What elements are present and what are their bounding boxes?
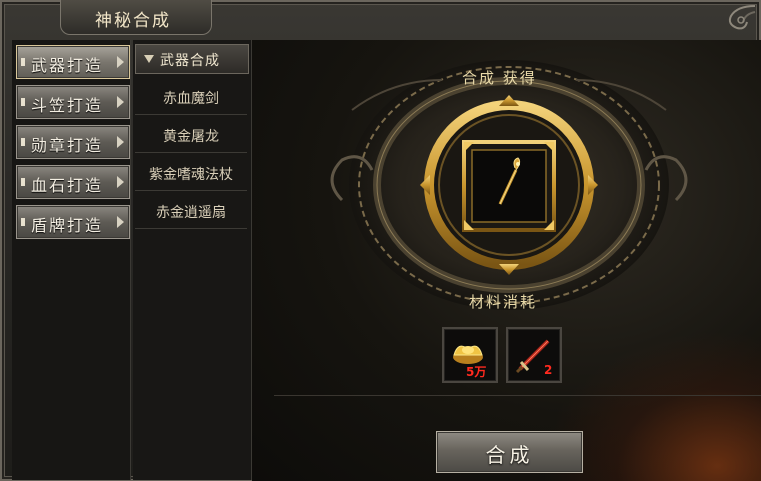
bullet-icon [21,138,25,146]
bullet-icon [21,178,25,186]
recipe-item[interactable]: 紫金嗜魂法杖 [135,154,247,191]
bullet-icon [21,218,25,226]
recipe-label: 赤血魔剑 [163,91,219,107]
chevron-right-icon [117,176,124,188]
category-sidebar: 武器打造 斗笠打造 勋章打造 血石打造 盾牌打造 [12,40,131,480]
caret-down-icon [144,55,154,63]
chevron-right-icon [117,56,124,68]
material-quantity: 2 [544,363,553,377]
material-slot-sword[interactable]: 2 [506,327,562,383]
recipe-group-label: 武器合成 [160,53,220,69]
recipe-label: 紫金嗜魂法杖 [149,167,233,183]
materials-label: 材料消耗 [469,293,538,311]
window-title-tab: 神秘合成 [60,0,212,35]
category-label: 斗笠打造 [31,96,104,115]
material-quantity: 5万 [466,365,487,379]
bullet-icon [21,98,25,106]
recipe-label: 赤金逍遥扇 [156,205,226,221]
recipe-item[interactable]: 黄金屠龙 [135,116,247,153]
category-shield-button[interactable]: 盾牌打造 [16,205,130,239]
category-bloodstone-button[interactable]: 血石打造 [16,165,130,199]
divider [274,395,761,396]
recipe-group-header[interactable]: 武器合成 [135,44,249,74]
chevron-right-icon [117,96,124,108]
category-hat-button[interactable]: 斗笠打造 [16,85,130,119]
result-label: 合成 获得 [462,69,537,87]
synthesize-button-label: 合成 [485,443,534,467]
recipe-list: 武器合成 赤血魔剑 黄金屠龙 紫金嗜魂法杖 赤金逍遥扇 [133,40,252,480]
material-slot-gold[interactable]: 5万 [442,327,498,383]
recipe-label: 黄金屠龙 [163,129,219,145]
category-label: 勋章打造 [31,136,104,155]
category-label: 血石打造 [31,176,104,195]
recipe-item[interactable]: 赤血魔剑 [135,78,247,115]
golden-staff-icon [498,157,521,205]
category-label: 盾牌打造 [31,216,104,235]
chevron-right-icon [117,136,124,148]
result-item-slot[interactable] [472,150,546,222]
recipe-item[interactable]: 赤金逍遥扇 [135,192,247,229]
window-title: 神秘合成 [95,11,171,31]
category-medal-button[interactable]: 勋章打造 [16,125,130,159]
bullet-icon [21,58,25,66]
chevron-right-icon [117,216,124,228]
corner-ornament-icon [728,5,756,30]
category-weapon-button[interactable]: 武器打造 [16,45,130,79]
synthesize-button[interactable]: 合成 [436,431,583,473]
category-label: 武器打造 [31,56,104,75]
synthesis-panel: 合成 获得 材料消耗 5万 2 合成 [252,40,761,481]
